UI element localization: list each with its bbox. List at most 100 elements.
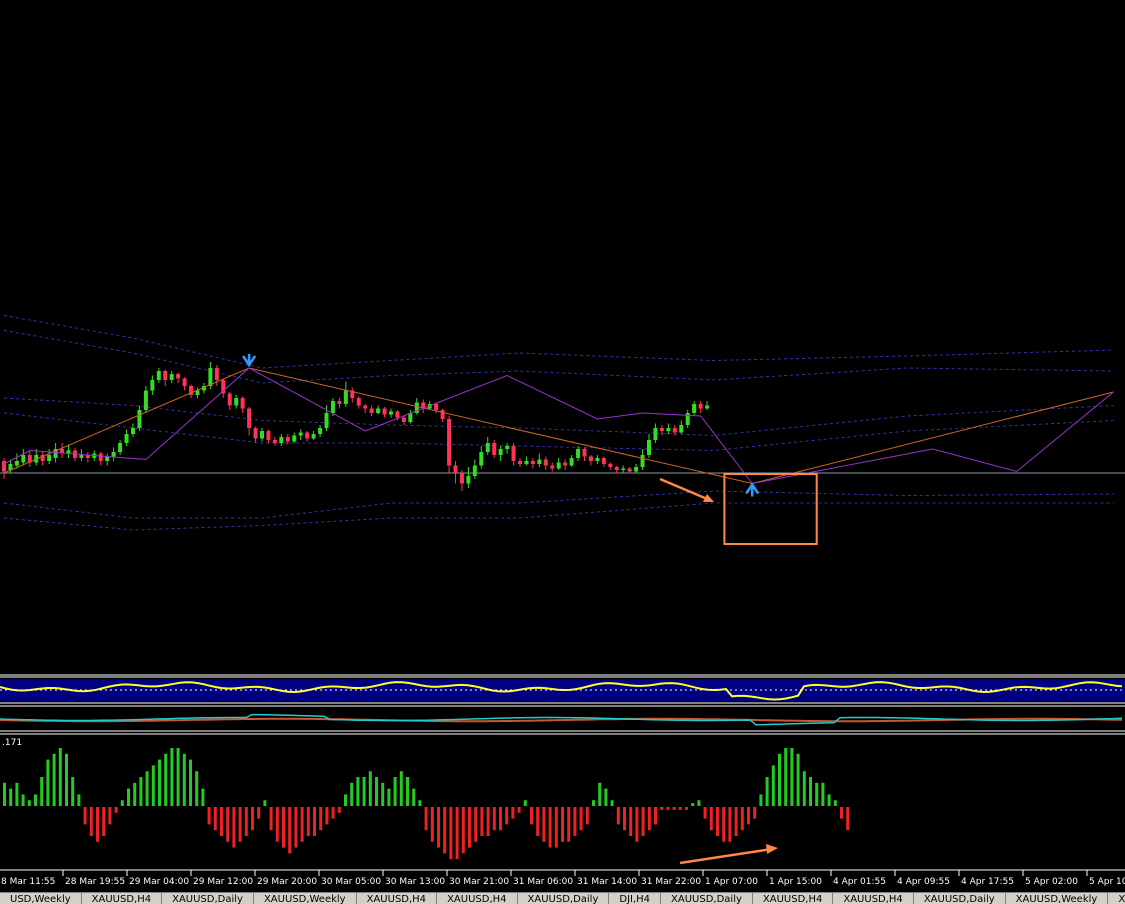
chart-tab[interactable]: XAUUSD,Weekly: [1006, 893, 1109, 904]
histogram-bar: [412, 788, 416, 806]
chart-tab[interactable]: DJI,H4: [609, 893, 662, 904]
histogram-bar: [424, 807, 428, 831]
candle-body: [705, 405, 710, 409]
candle-body: [479, 452, 484, 466]
histogram-bar: [3, 782, 6, 806]
candle-body: [666, 428, 671, 431]
histogram-bar: [561, 807, 564, 842]
candle-body: [318, 428, 323, 434]
candle-body: [330, 401, 335, 413]
histogram-bar: [430, 807, 434, 842]
candle-body: [524, 461, 529, 464]
candle-body: [105, 456, 110, 461]
histogram-bar: [499, 807, 502, 831]
histogram-bar: [65, 753, 68, 806]
histogram-bar: [89, 807, 93, 836]
envelope-band-4: [3, 490, 1114, 519]
candle-body: [447, 419, 452, 466]
chart-tab[interactable]: XAUUSD,H4: [1108, 893, 1125, 904]
histogram-bar: [443, 807, 447, 854]
x-tick-label: 31 Mar 14:00: [577, 877, 637, 887]
histogram-bar: [257, 807, 261, 819]
candle-body: [563, 462, 568, 466]
histogram-bar: [406, 777, 409, 806]
histogram-bar: [77, 794, 81, 806]
histogram-bar: [108, 807, 112, 825]
histogram-bar: [672, 807, 676, 810]
histogram-bar: [263, 800, 267, 806]
histogram-bar: [96, 807, 99, 842]
candle-body: [143, 390, 148, 410]
chart-tab[interactable]: XAUUSD,Daily: [162, 893, 254, 904]
histogram-bar: [455, 807, 459, 860]
histogram-bar: [784, 748, 788, 806]
histogram-bar: [220, 807, 223, 836]
chart-tab[interactable]: XAUUSD,H4: [437, 893, 518, 904]
chart-tab[interactable]: XAUUSD,Weekly: [254, 893, 357, 904]
histogram-bar: [709, 807, 713, 831]
histogram-bar: [282, 807, 285, 848]
candle-body: [505, 446, 510, 449]
histogram-bar: [46, 759, 50, 806]
candle-body: [124, 434, 129, 443]
candle-body: [679, 425, 684, 433]
histogram-bar: [269, 807, 273, 831]
candle-body: [156, 371, 161, 380]
histogram-bar: [796, 753, 800, 806]
histogram-bar: [585, 807, 589, 825]
x-axis-ticks: 8 Mar 11:55 28 Mar 19:55 29 Mar 04:00 29 Ma…: [1, 870, 1125, 887]
histogram-bar: [127, 788, 130, 806]
candle-body: [376, 408, 381, 413]
chart-tab[interactable]: XAUUSD,H4: [833, 893, 914, 904]
histogram-bar: [616, 807, 620, 825]
histogram-bar: [393, 777, 397, 806]
candle-body: [247, 408, 252, 428]
chart-tab[interactable]: USD,Weekly: [0, 893, 82, 904]
chart-tab[interactable]: XAUUSD,H4: [753, 893, 834, 904]
histogram-bar: [34, 794, 37, 806]
chart-tab[interactable]: XAUUSD,Daily: [518, 893, 610, 904]
histogram-bar: [486, 807, 490, 836]
histogram-bar: [511, 807, 515, 819]
histogram-bar: [647, 807, 651, 831]
histogram-bar: [623, 807, 626, 831]
candle-body: [621, 468, 626, 470]
x-tick-label: 31 Mar 06:00: [513, 877, 573, 887]
candle-body: [634, 467, 639, 472]
histogram-bar: [592, 800, 595, 806]
histogram-bar: [728, 807, 732, 842]
candle-body: [608, 464, 613, 467]
x-tick-label: 8 Mar 11:55: [1, 877, 55, 887]
histogram-bar: [554, 807, 558, 848]
histogram-value-label: .171: [2, 738, 22, 748]
candle-body: [208, 368, 213, 386]
histogram-bar: [189, 759, 192, 806]
histogram-bar: [288, 807, 292, 854]
candle-body: [2, 461, 6, 472]
histogram-bar: [827, 794, 831, 806]
candle-body: [279, 437, 284, 443]
histogram-bar: [629, 807, 633, 836]
chart-tab[interactable]: XAUUSD,H4: [357, 893, 438, 904]
histogram-bar: [350, 782, 354, 806]
candle-body: [21, 455, 26, 463]
candle-body: [260, 431, 264, 439]
histogram-bar: [40, 777, 44, 806]
histogram-bar: [505, 807, 509, 825]
chart-tab[interactable]: XAUUSD,Daily: [661, 893, 753, 904]
x-tick-label: 5 Apr 02:00: [1025, 877, 1078, 887]
candle-body: [253, 428, 258, 439]
histogram-bar: [523, 800, 527, 806]
histogram-bar: [635, 807, 639, 842]
chart-tab[interactable]: XAUUSD,Daily: [914, 893, 1006, 904]
histogram-bar: [641, 807, 645, 836]
histogram-bar: [598, 782, 602, 806]
histogram-bar: [319, 807, 323, 831]
histogram-bar: [474, 807, 478, 842]
histogram-bar: [449, 807, 453, 860]
histogram-bar: [375, 777, 378, 806]
histogram-bar: [120, 800, 124, 806]
histogram-bar: [300, 807, 304, 842]
chart-tab[interactable]: XAUUSD,H4: [82, 893, 163, 904]
candle-body: [627, 468, 632, 472]
